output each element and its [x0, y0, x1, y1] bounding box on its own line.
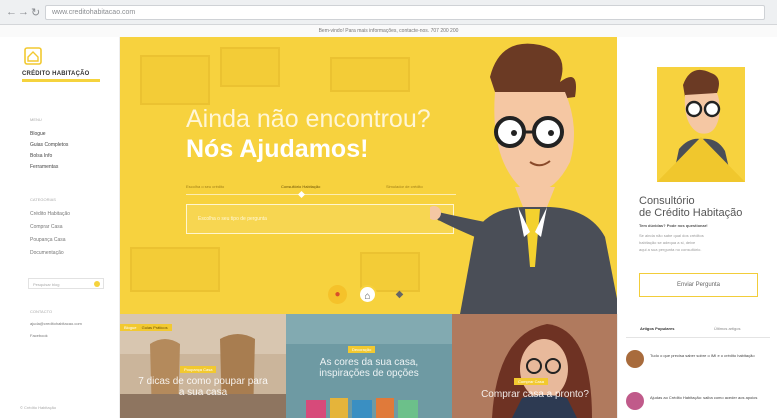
sidebar-footer: © Crédito Habitação [20, 405, 57, 410]
question-type-select[interactable]: Escolha o seu tipo de pergunta [186, 204, 454, 234]
reload-icon[interactable]: ↻ [31, 6, 40, 19]
list-item[interactable]: Ajudas ao Crédito Habitação: saiba como … [626, 392, 774, 414]
hero-tabs: Escolha o seu crédito Consultório Habita… [186, 184, 456, 194]
facebook-link[interactable]: Facebook [30, 333, 48, 338]
sidebar-item-documentacao[interactable]: Documentação [30, 250, 64, 256]
consultorio-title-line2: de Crédito Habitação [639, 207, 743, 219]
article-title: Tudo o que precisa saber sobre o IMI e o… [650, 353, 755, 358]
article-title: Ajudas ao Crédito Habitação: saiba como … [650, 395, 758, 400]
consultorio-subtitle: Tem dúvidas? Pode nos questionar! [639, 223, 708, 228]
card-title-2: As cores da sua casa, inspirações de opç… [319, 357, 419, 379]
envelope-flap [657, 137, 745, 182]
brand-underline [22, 79, 100, 82]
sidebar-item-comprar[interactable]: Comprar Casa [30, 224, 63, 230]
search-icon[interactable] [94, 281, 100, 287]
articles-panel: Artigos Populares Últimos artigos Tudo o… [617, 314, 777, 418]
consultorio-text-2: habitação se adequa a si, deixe [639, 240, 696, 245]
sidebar-item-ferramentas[interactable]: Ferramentas [30, 164, 58, 170]
consultorio-title: Consultório de Crédito Habitação [639, 195, 742, 219]
house-logo-icon[interactable] [24, 47, 42, 65]
menu-heading: Menu [30, 117, 42, 122]
sidebar-item-credito[interactable]: Crédito Habitação [30, 211, 70, 217]
select-placeholder: Escolha o seu tipo de pergunta [198, 216, 267, 222]
send-question-button[interactable]: Enviar Pergunta [639, 273, 758, 297]
sidebar-item-poupanca[interactable]: Poupança Casa [30, 237, 66, 243]
sidebar: CRÉDITO HABITAÇÃO Menu Blogue Guias Comp… [0, 37, 120, 418]
article-thumb [626, 392, 644, 410]
consultorio-text-3: aqui a sua pergunta no consultório. [639, 247, 702, 252]
card-category-1: Poupança Casa [180, 366, 217, 373]
bg-tile [330, 57, 410, 92]
list-item[interactable]: Tudo o que precisa saber sobre o IMI e o… [626, 350, 774, 372]
tab-simulador[interactable]: Simulador de crédito [386, 184, 423, 189]
top-notice: Bem-vindo! Para mais informações, contac… [0, 25, 777, 37]
tab-recent[interactable]: Últimos artigos [714, 326, 740, 331]
tag-icon[interactable]: ◆ [390, 285, 409, 304]
chat-icon[interactable]: ● [328, 285, 347, 304]
house-icon[interactable]: ⌂ [358, 285, 377, 304]
card-blog-label: Blogue [124, 325, 137, 330]
consultorio-title-line1: Consultório [639, 195, 695, 207]
article-card-3[interactable]: Comprar Casa Comprar casa a pronto? [452, 314, 617, 418]
bg-tile [130, 247, 220, 292]
tab-escolha[interactable]: Escolha o seu crédito [186, 184, 224, 189]
address-bar[interactable]: www.creditohabitacao.com [45, 5, 765, 20]
card-blog-badge: Blogue Guias Práticos [120, 324, 172, 331]
consultorio-text-1: Se ainda não sabe qual dos créditos [639, 233, 704, 238]
hero-title-line2: Nós Ajudamos! [186, 135, 369, 163]
browser-toolbar: ← → ↻ www.creditohabitacao.com [0, 0, 777, 25]
card-photo-woman [452, 314, 617, 418]
contact-email-link[interactable]: ajuda@creditohabitacao.com [30, 321, 82, 326]
search-placeholder: Pesquisar blog [33, 282, 60, 287]
tab-popular[interactable]: Artigos Populares [640, 326, 674, 331]
brand-name[interactable]: CRÉDITO HABITAÇÃO [22, 71, 90, 77]
consultorio-panel: Consultório de Crédito Habitação Tem dúv… [617, 37, 777, 314]
contact-heading: Contacto [30, 309, 53, 314]
forward-icon[interactable]: → [18, 6, 29, 18]
card-title-3: Comprar casa a pronto? [481, 389, 589, 400]
back-icon[interactable]: ← [6, 6, 17, 18]
card-category-3: Comprar Casa [514, 378, 549, 385]
bg-tile [140, 55, 210, 105]
hero-banner: Ainda não encontrou? Nós Ajudamos! Escol… [120, 37, 617, 314]
article-card-1[interactable]: Blogue Guias Práticos Poupança Casa 7 di… [120, 314, 286, 418]
article-thumb [626, 350, 644, 368]
tab-consultorio[interactable]: Consultório Habitação [281, 184, 320, 189]
card-title-1: 7 dicas de como poupar para a sua casa [138, 376, 268, 398]
cartoon-man-illustration [430, 43, 617, 314]
article-card-2[interactable]: Decoração As cores da sua casa, inspiraç… [286, 314, 452, 418]
sidebar-item-bolsa[interactable]: Bolsa Info [30, 153, 52, 159]
hero-title-line1: Ainda não encontrou? [186, 105, 431, 133]
categories-heading: Categorias [30, 197, 56, 202]
sidebar-item-blogue[interactable]: Blogue [30, 131, 46, 137]
tabs-divider [186, 194, 456, 195]
card-category-2: Decoração [348, 346, 376, 353]
bg-tile [220, 47, 280, 87]
card-blog-tag: Guias Práticos [141, 325, 168, 330]
sidebar-search-input[interactable]: Pesquisar blog [28, 278, 104, 289]
tabs-underline [626, 337, 770, 338]
sidebar-item-guias[interactable]: Guias Completos [30, 142, 68, 148]
